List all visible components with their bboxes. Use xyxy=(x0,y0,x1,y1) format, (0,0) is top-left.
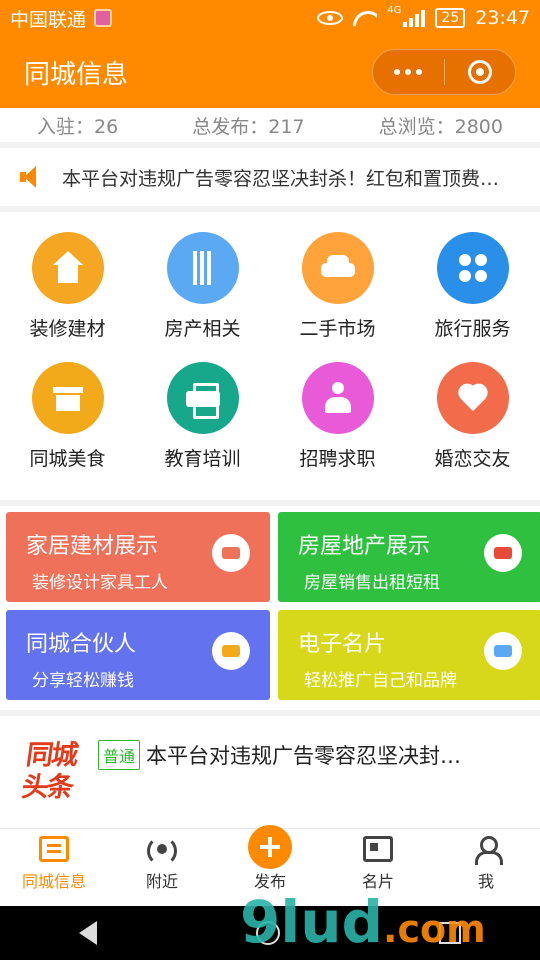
watermark: 9lud.com xyxy=(240,888,486,956)
category-label: 旅行服务 xyxy=(434,318,511,340)
list-icon xyxy=(39,836,69,862)
app-header: 同城信息 xyxy=(0,36,540,108)
promo-section: 家居建材展示 装修设计家具工人 房屋地产展示 房屋销售出租短租 同城合伙人 分享… xyxy=(0,506,540,710)
category-travel[interactable]: 旅行服务 xyxy=(405,232,540,362)
person-icon xyxy=(301,362,374,434)
sim-icon xyxy=(94,9,113,27)
status-bar: 中国联通 4G 25 23:47 xyxy=(0,0,540,36)
shop-icon xyxy=(31,362,104,434)
clock: 23:47 xyxy=(475,7,530,29)
clover-icon xyxy=(436,232,509,304)
category-second-hand[interactable]: 二手市场 xyxy=(270,232,405,362)
promo-subtitle: 装修设计家具工人 xyxy=(32,573,168,593)
card-icon xyxy=(363,836,393,862)
car-icon xyxy=(301,232,374,304)
tab-label: 附近 xyxy=(145,872,178,891)
stat-residents: 入驻：26 xyxy=(37,115,119,138)
close-miniapp-icon[interactable] xyxy=(445,60,516,84)
category-label: 婚恋交友 xyxy=(434,448,511,470)
user-icon xyxy=(471,836,503,865)
notice-text: 本平台对违规广告零容忍坚决封杀！红包和置顶费… xyxy=(62,167,500,190)
miniapp-capsule xyxy=(372,49,516,95)
category-label: 房产相关 xyxy=(164,318,241,340)
printer-icon xyxy=(166,362,239,434)
network-type: 4G xyxy=(387,4,402,16)
category-label: 二手市场 xyxy=(299,318,376,340)
promo-partner[interactable]: 同城合伙人 分享轻松赚钱 xyxy=(6,610,270,700)
headline-logo: 同城 头条 xyxy=(19,740,79,803)
carrier-name: 中国联通 xyxy=(10,8,87,31)
page-title: 同城信息 xyxy=(24,59,129,90)
tab-label: 同城信息 xyxy=(21,872,86,891)
tab-nearby[interactable]: 附近 xyxy=(108,829,216,906)
speaker-icon xyxy=(20,164,46,190)
category-grid: 装修建材 房产相关 二手市场 旅行服务 同城美食 教育培训 招聘求职 婚恋交友 xyxy=(0,212,540,500)
status-indicators: 4G 25 23:47 xyxy=(317,4,530,29)
category-real-estate[interactable]: 房产相关 xyxy=(135,232,270,362)
promo-home-materials[interactable]: 家居建材展示 装修设计家具工人 xyxy=(6,512,270,602)
car-icon xyxy=(212,534,250,572)
back-icon[interactable] xyxy=(79,921,98,945)
category-label: 装修建材 xyxy=(29,318,106,340)
category-jobs[interactable]: 招聘求职 xyxy=(270,362,405,492)
stats-bar: 入驻：26 总发布：217 总浏览：2800 xyxy=(0,108,540,142)
stat-views: 总浏览：2800 xyxy=(378,115,503,138)
signal-icon xyxy=(403,9,426,27)
promo-real-estate[interactable]: 房屋地产展示 房屋销售出租短租 xyxy=(278,512,540,602)
notice-bar[interactable]: 本平台对违规广告零容忍坚决封杀！红包和置顶费… xyxy=(0,148,540,206)
eye-icon xyxy=(317,11,344,25)
battery-icon: 25 xyxy=(435,8,466,28)
category-label: 同城美食 xyxy=(29,448,106,470)
category-food[interactable]: 同城美食 xyxy=(0,362,135,492)
category-dating[interactable]: 婚恋交友 xyxy=(405,362,540,492)
headline-item: 普通 本平台对违规广告零容忍坚决封… xyxy=(98,740,476,770)
promo-subtitle: 分享轻松赚钱 xyxy=(32,671,134,691)
promo-business-card[interactable]: 电子名片 轻松推广自己和品牌 xyxy=(278,610,540,700)
stat-posts: 总发布：217 xyxy=(192,115,305,138)
house-icon xyxy=(31,232,104,304)
headline-text: 本平台对违规广告零容忍坚决封… xyxy=(146,744,462,768)
heart-icon xyxy=(436,362,509,434)
category-education[interactable]: 教育培训 xyxy=(135,362,270,492)
carrier-group: 中国联通 xyxy=(10,5,113,32)
more-icon[interactable] xyxy=(373,69,444,75)
search-user-icon xyxy=(212,632,250,670)
category-label: 招聘求职 xyxy=(299,448,376,470)
category-decoration[interactable]: 装修建材 xyxy=(0,232,135,362)
headline-badge: 普通 xyxy=(98,740,141,770)
radio-icon xyxy=(147,836,177,866)
building-icon xyxy=(166,232,239,304)
building-icon xyxy=(484,632,522,670)
headline-news[interactable]: 同城 头条 普通 本平台对违规广告零容忍坚决封… xyxy=(0,716,540,828)
plus-icon xyxy=(248,825,292,869)
gift-icon xyxy=(484,534,522,572)
tab-city-info[interactable]: 同城信息 xyxy=(0,829,108,906)
category-label: 教育培训 xyxy=(164,448,241,470)
wifi-icon xyxy=(353,9,377,27)
